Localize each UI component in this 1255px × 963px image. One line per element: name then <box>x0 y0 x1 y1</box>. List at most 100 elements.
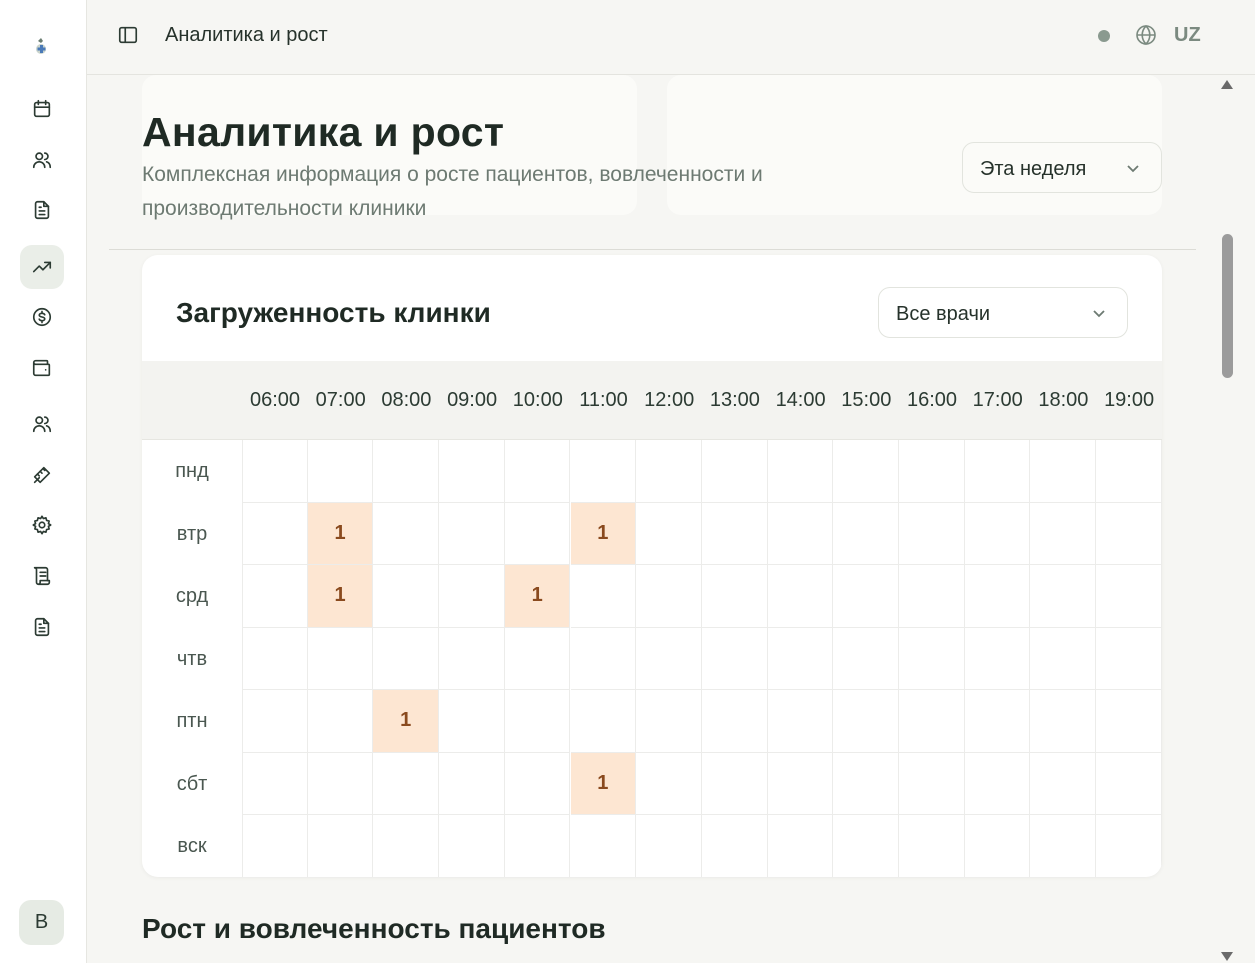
heatmap-cell[interactable] <box>242 815 308 877</box>
sidebar-item-tools[interactable] <box>20 453 64 497</box>
heatmap-cell[interactable] <box>833 690 899 753</box>
heatmap-cell[interactable] <box>242 627 308 690</box>
heatmap-cell[interactable]: 1 <box>570 752 637 815</box>
heatmap-cell[interactable] <box>1096 690 1162 753</box>
heatmap-cell[interactable] <box>1030 815 1097 877</box>
heatmap-cell[interactable] <box>701 502 768 565</box>
heatmap-cell[interactable] <box>373 627 440 690</box>
heatmap-cell[interactable] <box>1030 627 1097 690</box>
heatmap-cell[interactable] <box>439 690 505 753</box>
heatmap-cell[interactable] <box>701 690 768 753</box>
heatmap-cell[interactable] <box>570 565 637 628</box>
heatmap-cell[interactable] <box>570 440 637 503</box>
heatmap-cell[interactable] <box>701 627 768 690</box>
heatmap-cell[interactable] <box>833 565 899 628</box>
heatmap-cell[interactable]: 1 <box>307 502 374 565</box>
heatmap-cell[interactable] <box>964 627 1031 690</box>
scroll-down-arrow-icon[interactable] <box>1221 952 1233 961</box>
sidebar-item-settings[interactable] <box>20 503 64 547</box>
heatmap-cell[interactable] <box>1030 502 1097 565</box>
sidebar-item-records[interactable] <box>20 554 64 598</box>
heatmap-cell[interactable] <box>242 565 308 628</box>
heatmap-cell[interactable] <box>767 752 834 815</box>
heatmap-cell[interactable] <box>307 752 374 815</box>
heatmap-cell[interactable] <box>964 440 1031 503</box>
heatmap-cell[interactable] <box>636 752 702 815</box>
scroll-up-arrow-icon[interactable] <box>1221 80 1233 89</box>
heatmap-cell[interactable] <box>1096 627 1162 690</box>
heatmap-cell[interactable] <box>833 502 899 565</box>
heatmap-cell[interactable] <box>636 440 702 503</box>
sidebar-item-patients[interactable] <box>20 138 64 182</box>
sidebar-item-analytics[interactable] <box>20 245 64 289</box>
heatmap-cell[interactable] <box>636 690 702 753</box>
heatmap-cell[interactable] <box>899 440 965 503</box>
heatmap-cell[interactable] <box>636 815 702 877</box>
heatmap-cell[interactable] <box>439 815 505 877</box>
heatmap-cell[interactable] <box>439 440 505 503</box>
language-globe-button[interactable] <box>1134 23 1158 47</box>
heatmap-cell[interactable] <box>899 815 965 877</box>
heatmap-cell[interactable] <box>439 627 505 690</box>
heatmap-cell[interactable] <box>767 690 834 753</box>
heatmap-cell[interactable]: 1 <box>373 690 440 753</box>
heatmap-cell[interactable] <box>1096 815 1162 877</box>
heatmap-cell[interactable] <box>964 815 1031 877</box>
heatmap-cell[interactable] <box>504 627 571 690</box>
heatmap-cell[interactable] <box>767 815 834 877</box>
doctor-select[interactable]: Все врачи <box>878 287 1128 338</box>
sidebar-toggle-button[interactable] <box>117 24 139 46</box>
heatmap-cell[interactable] <box>767 502 834 565</box>
heatmap-cell[interactable] <box>504 752 571 815</box>
heatmap-cell[interactable] <box>767 565 834 628</box>
language-switch[interactable]: UZ <box>1174 24 1201 47</box>
heatmap-cell[interactable] <box>701 815 768 877</box>
heatmap-cell[interactable] <box>964 565 1031 628</box>
sidebar-item-reports[interactable] <box>20 605 64 649</box>
heatmap-cell[interactable] <box>242 440 308 503</box>
heatmap-cell[interactable] <box>964 502 1031 565</box>
heatmap-cell[interactable] <box>242 690 308 753</box>
heatmap-cell[interactable] <box>767 627 834 690</box>
page-scrollbar[interactable] <box>1220 75 1235 963</box>
heatmap-cell[interactable] <box>899 502 965 565</box>
heatmap-cell[interactable] <box>242 502 308 565</box>
sidebar-item-finance[interactable] <box>20 295 64 339</box>
heatmap-cell[interactable] <box>307 627 374 690</box>
period-select[interactable]: Эта неделя <box>962 142 1162 193</box>
heatmap-cell[interactable] <box>504 440 571 503</box>
heatmap-cell[interactable] <box>373 815 440 877</box>
heatmap-cell[interactable] <box>1030 690 1097 753</box>
heatmap-cell[interactable]: 1 <box>307 565 374 628</box>
heatmap-cell[interactable] <box>899 752 965 815</box>
heatmap-cell[interactable] <box>701 440 768 503</box>
heatmap-cell[interactable] <box>636 502 702 565</box>
heatmap-cell[interactable] <box>1030 440 1097 503</box>
sidebar-item-calendar[interactable] <box>20 87 64 131</box>
heatmap-cell[interactable] <box>964 690 1031 753</box>
sidebar-item-wallet[interactable] <box>20 346 64 390</box>
heatmap-cell[interactable] <box>1030 565 1097 628</box>
heatmap-cell[interactable] <box>570 627 637 690</box>
heatmap-cell[interactable] <box>373 440 440 503</box>
heatmap-cell[interactable] <box>899 565 965 628</box>
heatmap-cell[interactable] <box>899 690 965 753</box>
heatmap-cell[interactable] <box>504 502 571 565</box>
heatmap-cell[interactable] <box>636 565 702 628</box>
heatmap-cell[interactable] <box>373 502 440 565</box>
heatmap-cell[interactable] <box>504 815 571 877</box>
heatmap-cell[interactable] <box>373 565 440 628</box>
clinic-logo-icon[interactable] <box>29 35 53 59</box>
sidebar-item-staff[interactable] <box>20 402 64 446</box>
heatmap-cell[interactable] <box>307 440 374 503</box>
sidebar-item-documents[interactable] <box>20 188 64 232</box>
heatmap-cell[interactable] <box>636 627 702 690</box>
heatmap-cell[interactable] <box>373 752 440 815</box>
scrollbar-thumb[interactable] <box>1222 234 1233 378</box>
heatmap-cell[interactable] <box>833 815 899 877</box>
heatmap-cell[interactable] <box>964 752 1031 815</box>
user-avatar[interactable]: B <box>19 900 64 945</box>
heatmap-cell[interactable] <box>570 690 637 753</box>
heatmap-cell[interactable] <box>701 752 768 815</box>
heatmap-cell[interactable] <box>307 815 374 877</box>
